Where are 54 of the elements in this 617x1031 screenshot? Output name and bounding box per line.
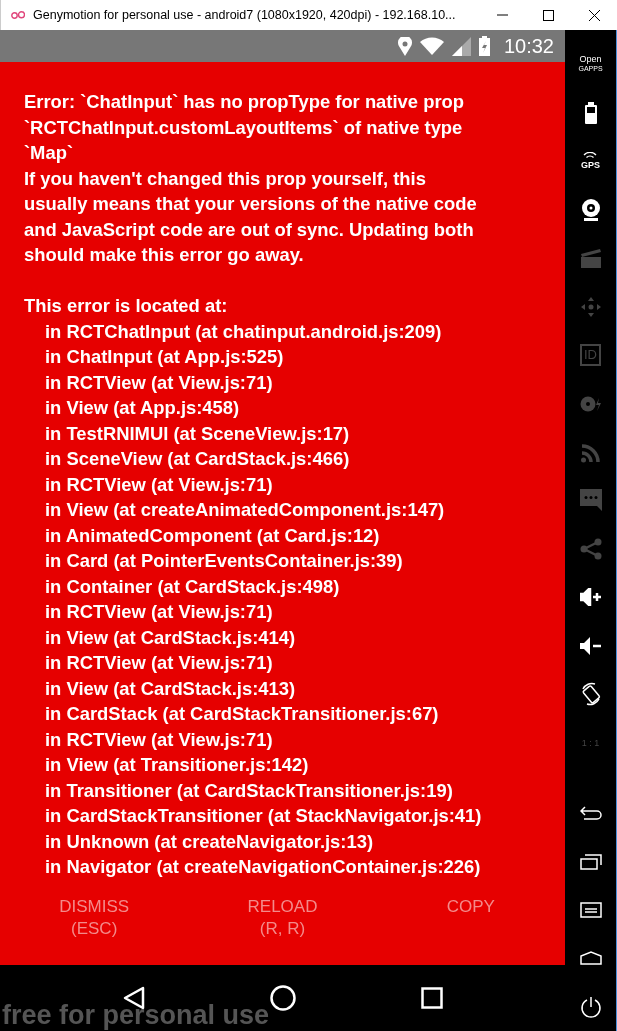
stack-frame: in Navigator (at createNavigationContainer.js:226) xyxy=(24,854,565,880)
minimize-icon[interactable] xyxy=(496,14,508,16)
error-action-button[interactable]: DISMISS (ESC) xyxy=(0,895,189,941)
stack-frame: in RCTView (at View.js:71) xyxy=(24,471,565,497)
volume-up-icon[interactable] xyxy=(579,588,602,607)
stack-frame: in RCTChatInput (at chatinput.android.js:209) xyxy=(24,318,565,344)
stack-frame: in RCTView (at View.js:71) xyxy=(24,369,565,395)
stack-frame: in View (at createAnimatedComponent.js:147) xyxy=(24,497,565,523)
maximize-icon[interactable] xyxy=(542,9,554,21)
stack-frame: in Unknown (at createNavigator.js:13) xyxy=(24,828,565,854)
stack-title: This error is located at: xyxy=(24,294,229,318)
stack-frame: in View (at CardStack.js:413) xyxy=(24,675,565,701)
error-action-button[interactable]: RELOAD (R, R) xyxy=(188,895,377,941)
watermark-text: free for personal use xyxy=(2,999,270,1031)
menu-icon[interactable] xyxy=(579,901,602,918)
wifi-icon[interactable] xyxy=(583,152,598,161)
webcam-icon[interactable] xyxy=(579,197,602,222)
stack-frame: in View (at App.js:458) xyxy=(24,395,565,421)
stack-frame: in CardStackTransitioner (at StackNavigator.js:41) xyxy=(24,803,565,829)
wifi-icon xyxy=(419,37,444,55)
stack-frame: in CardStack (at CardStackTransitioner.js:67) xyxy=(24,701,565,727)
home-icon[interactable] xyxy=(579,951,602,966)
error-message: If you haven't changed this prop yourself, this usually means that your versions of the native code and JavaScript code are out of sync. Updating both should make this error go away. xyxy=(24,166,478,267)
stack-frame: in RCTView (at View.js:71) xyxy=(24,599,565,625)
stack-frame: in Card (at PointerEventsContainer.js:39) xyxy=(24,548,565,574)
stack-frame: in TestRNIMUI (at SceneView.js:17) xyxy=(24,420,565,446)
rotate-icon[interactable] xyxy=(579,682,602,707)
gps-label[interactable]: GPS xyxy=(581,160,600,171)
battery-icon[interactable] xyxy=(584,101,597,124)
stack-frame: in RCTView (at View.js:71) xyxy=(24,650,565,676)
volume-down-icon[interactable] xyxy=(579,636,602,655)
location-icon xyxy=(397,36,412,56)
cell-signal-icon xyxy=(451,36,471,56)
back-icon[interactable] xyxy=(579,806,602,821)
clock-time: 10:32 xyxy=(503,34,554,58)
stack-frame: in ChatInput (at App.js:525) xyxy=(24,344,565,370)
power-icon[interactable] xyxy=(579,995,602,1018)
stack-frame: in Transitioner (at CardStackTransitioner.js:19) xyxy=(24,777,565,803)
recent-apps-icon[interactable] xyxy=(579,853,602,870)
stack-frame: in View (at CardStack.js:414) xyxy=(24,624,565,650)
close-icon[interactable] xyxy=(588,9,600,21)
home-icon[interactable] xyxy=(269,985,296,1011)
stack-frame: in SceneView (at CardStack.js:466) xyxy=(24,446,565,472)
error-message: Error: `ChatInput` has no propType for native prop `RCTChatInput.customLayoutItems` of native type `Map` xyxy=(24,90,465,165)
stack-frame: in View (at Transitioner.js:142) xyxy=(24,752,565,778)
gapps-label[interactable]: Open xyxy=(579,55,602,65)
stack-frame: in RCTView (at View.js:71) xyxy=(24,726,565,752)
recent-apps-icon[interactable] xyxy=(420,987,443,1009)
app-logo-icon xyxy=(11,11,25,19)
stack-frame: in AnimatedComponent (at Card.js:12) xyxy=(24,522,565,548)
stack-frame: in Container (at CardStack.js:498) xyxy=(24,573,565,599)
battery-charging-icon xyxy=(478,36,490,56)
error-action-button[interactable]: COPY xyxy=(376,895,565,919)
window-title: Genymotion for personal use - android7 (1080x1920, 420dpi) - 192.168.10... xyxy=(33,8,457,22)
